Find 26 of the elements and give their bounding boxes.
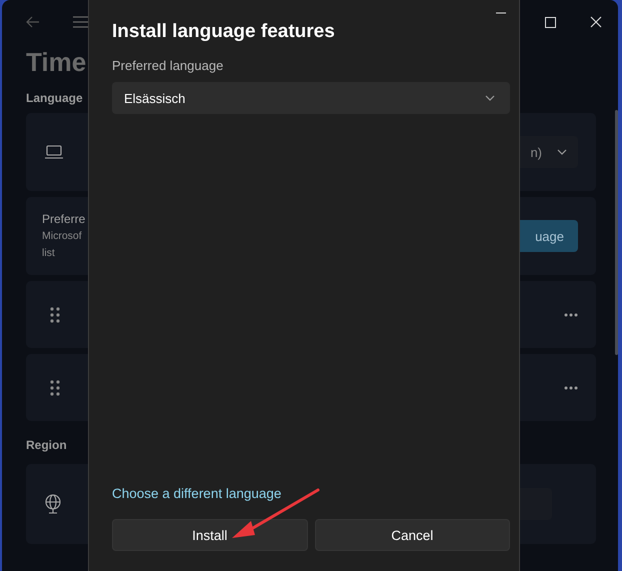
more-icon[interactable] [564, 312, 578, 316]
page-title: Time [26, 46, 86, 79]
drag-handle-icon [50, 380, 60, 396]
language-dropdown[interactable]: Elsässisch [112, 82, 510, 114]
section-heading: Language [26, 91, 83, 105]
field-label: Preferred language [112, 58, 224, 73]
link[interactable]: Choose a different language [112, 486, 282, 501]
menu-icon[interactable] [73, 16, 89, 28]
dialog-title: Install language features [112, 21, 336, 43]
back-icon[interactable] [26, 16, 40, 28]
maximize-icon[interactable] [545, 16, 556, 28]
chevron-icon [484, 94, 496, 102]
dropdown-value: n) [530, 144, 542, 160]
card-text: Preferre [42, 210, 86, 228]
laptop-icon [44, 145, 64, 159]
install-button[interactable]: Install [112, 519, 308, 551]
minimize-icon[interactable] [496, 12, 506, 14]
close-icon[interactable] [590, 16, 602, 28]
drag-handle-icon [50, 306, 60, 322]
chevron-icon [556, 148, 568, 156]
globe-icon [44, 494, 62, 514]
cancel-button[interactable]: Cancel [314, 519, 510, 551]
card-text: list [42, 246, 56, 260]
card-text: Microsof [42, 228, 83, 244]
more-icon[interactable] [564, 386, 578, 390]
section-heading: Region [26, 438, 67, 452]
